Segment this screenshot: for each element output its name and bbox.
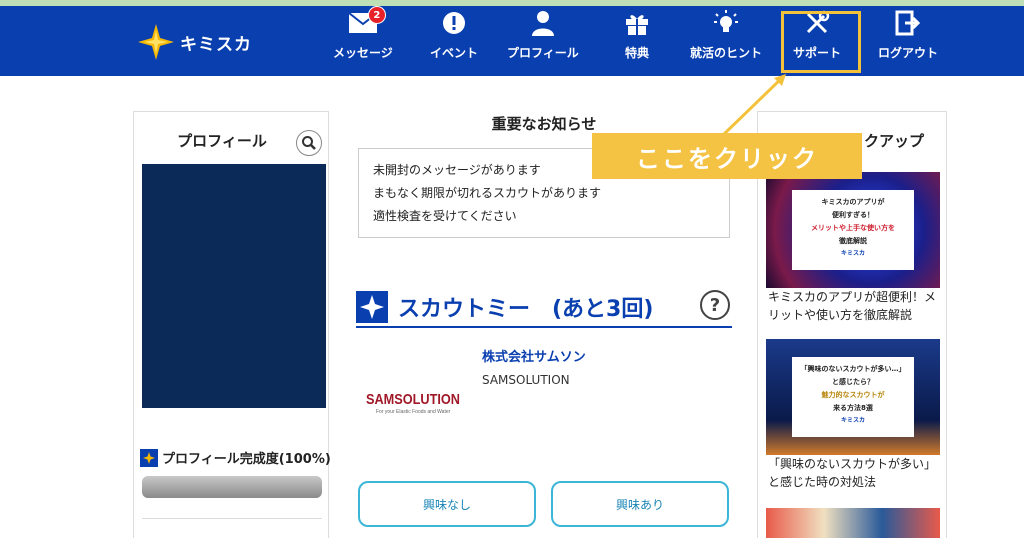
profile-completion: プロフィール完成度(100%) xyxy=(140,448,331,467)
not-interested-button[interactable]: 興味なし xyxy=(358,481,536,527)
thumbnail-brand: キミスカ xyxy=(840,417,865,424)
thumbnail-brand: キミスカ xyxy=(840,250,865,257)
nav-label: 特典 xyxy=(624,46,649,60)
thumbnail-text: 便利すぎる！ xyxy=(832,211,874,219)
star-logo-icon xyxy=(138,24,174,60)
thumbnail-text: キミスカのアプリが xyxy=(821,198,885,206)
thumbnail-text: 来る方法8選 xyxy=(833,404,873,412)
help-icon[interactable]: ? xyxy=(700,290,730,320)
article-thumbnail[interactable]: 「興味のないスカウトが多い…」 と感じたら？ 魅力的なスカウトが 来る方法8選 … xyxy=(766,339,940,455)
thumbnail-card: 「興味のないスカウトが多い…」 と感じたら？ 魅力的なスカウトが 来る方法8選 … xyxy=(792,357,914,437)
support-highlight-box xyxy=(781,11,861,73)
thumbnail-card: キミスカのアプリが 便利すぎる！ メリットや上手な使い方を 徹底解説 キミスカ xyxy=(792,190,914,270)
company-logo-tagline: For your Elastic Foods and Water xyxy=(376,409,451,415)
star-icon xyxy=(356,291,388,323)
nav-label: プロフィール xyxy=(507,46,579,60)
news-title: 重要なお知らせ xyxy=(491,115,597,133)
gift-icon xyxy=(620,8,654,38)
article-thumbnail[interactable]: キミスカのアプリが 便利すぎる！ メリットや上手な使い方を 徹底解説 キミスカ xyxy=(766,172,940,288)
nav-event[interactable]: イベント xyxy=(430,8,478,68)
logout-icon xyxy=(891,8,925,38)
divider xyxy=(142,518,322,519)
lightbulb-icon xyxy=(709,8,743,38)
click-here-callout: ここをクリック xyxy=(592,133,862,179)
thumbnail-text: 「興味のないスカウトが多い…」 xyxy=(800,365,906,373)
article-thumbnail[interactable] xyxy=(766,508,940,538)
nav-logout[interactable]: ログアウト xyxy=(878,8,938,68)
article-title-link[interactable]: 「興味のないスカウトが多い」と感じた時の対処法 xyxy=(768,455,940,491)
message-count-badge: 2 xyxy=(367,6,386,24)
star-icon xyxy=(140,448,158,467)
exclamation-icon xyxy=(437,8,471,38)
scout-title: スカウトミー (あと3回) xyxy=(398,297,654,322)
nav-hints[interactable]: 就活のヒント xyxy=(690,8,762,68)
thumbnail-text: メリットや上手な使い方を xyxy=(811,224,895,232)
nav-label: メッセージ xyxy=(333,46,393,60)
callout-arrow-icon xyxy=(720,74,786,138)
profile-card: プロフィール プロフィール完成度(100%) xyxy=(133,111,331,538)
brand-name: キミスカ xyxy=(180,34,252,55)
company-logo: SAMSOLUTION For your Elastic Foods and W… xyxy=(366,391,460,415)
magnifier-icon xyxy=(302,136,316,150)
envelope-icon: 2 xyxy=(346,6,386,38)
user-icon xyxy=(526,8,560,38)
profile-completion-label: プロフィール完成度(100%) xyxy=(162,452,331,467)
article-title-link[interactable]: キミスカのアプリが超便利！メリットや使い方を徹底解説 xyxy=(768,288,940,324)
company-name-link[interactable]: 株式会社サムソン xyxy=(482,346,586,365)
profile-completion-bar xyxy=(142,476,322,498)
news-item[interactable]: 適性検査を受けてください xyxy=(373,205,715,228)
interested-button[interactable]: 興味あり xyxy=(551,481,729,527)
brand-logo[interactable]: キミスカ xyxy=(136,22,266,62)
news-item[interactable]: まもなく期限が切れるスカウトがあります xyxy=(373,182,715,205)
company-logo-text: SAMSOLUTION xyxy=(366,391,460,408)
nav-label: ログアウト xyxy=(878,46,939,60)
nav-label: 就活のヒント xyxy=(690,46,763,60)
profile-photo xyxy=(142,164,326,408)
thumbnail-text: 魅力的なスカウトが xyxy=(821,391,885,399)
thumbnail-text: と感じたら？ xyxy=(832,378,874,386)
zoom-button[interactable] xyxy=(296,130,322,156)
nav-profile[interactable]: プロフィール xyxy=(507,8,579,68)
company-name-en: SAMSOLUTION xyxy=(482,373,570,387)
nav-label: イベント xyxy=(430,46,479,60)
nav-messages[interactable]: 2 メッセージ xyxy=(333,6,393,68)
scout-header: スカウトミー (あと3回) ? xyxy=(356,288,732,328)
nav-perks[interactable]: 特典 xyxy=(620,8,654,68)
thumbnail-text: 徹底解説 xyxy=(839,237,867,245)
